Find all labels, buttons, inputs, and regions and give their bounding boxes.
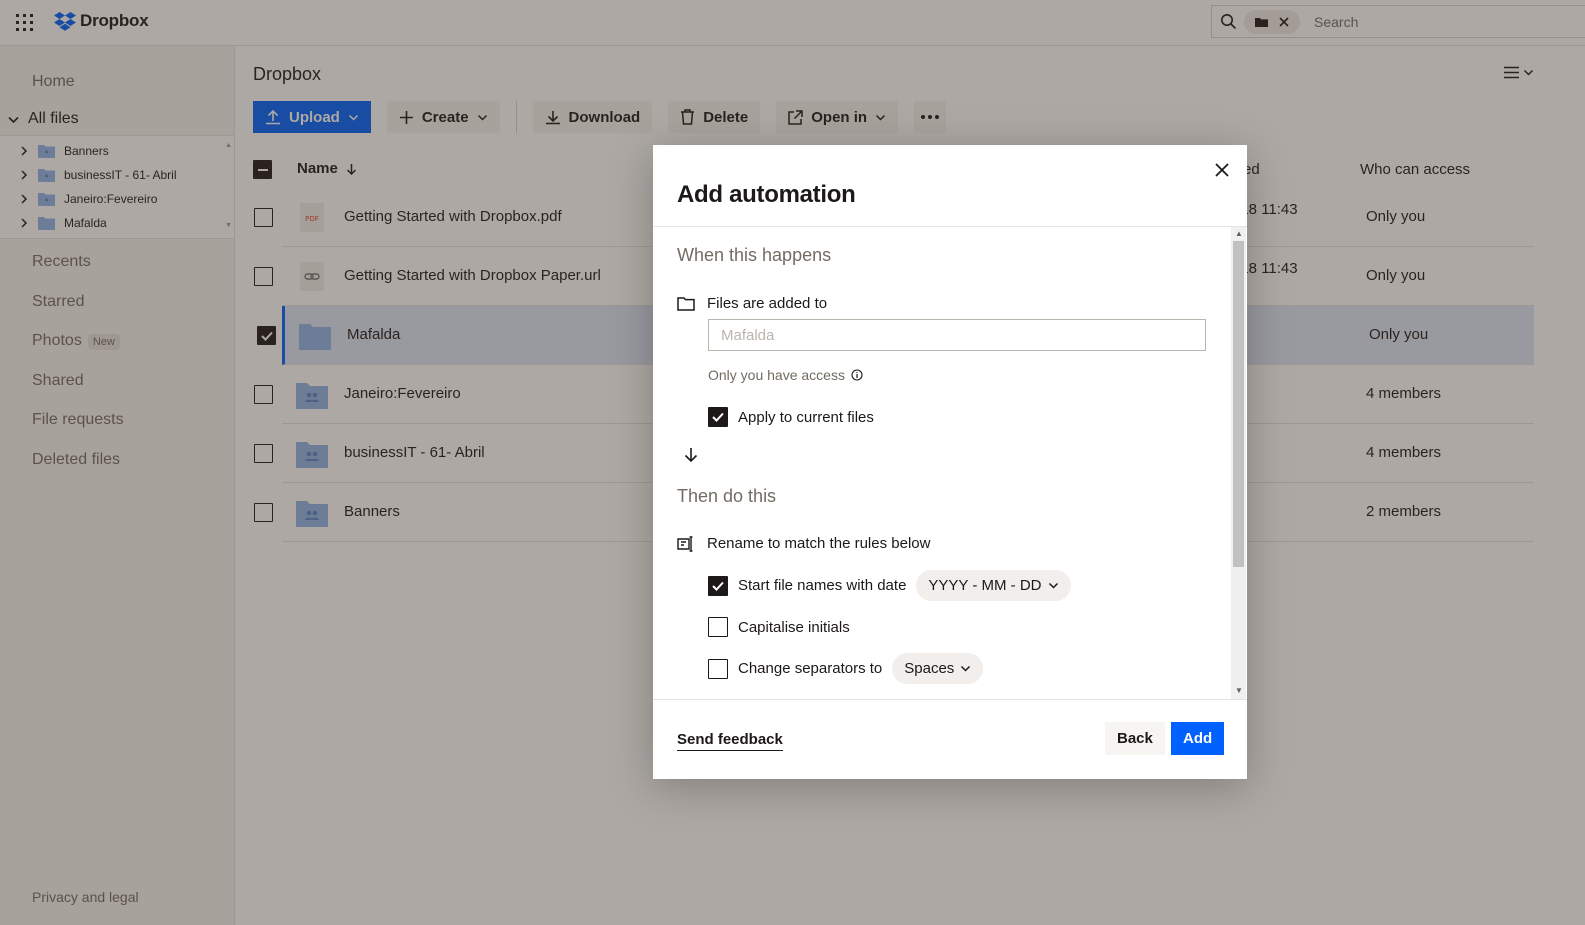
dialog-body: When this happens Files are added to Maf… [653, 226, 1247, 700]
then-heading: Then do this [677, 486, 777, 506]
date-checkbox[interactable] [708, 575, 728, 596]
separators-option[interactable]: Change separators to Spaces [708, 653, 984, 684]
add-button[interactable]: Add [1171, 722, 1225, 755]
folder-field[interactable]: Mafalda [708, 319, 1206, 351]
separators-checkbox[interactable] [708, 658, 728, 679]
back-button[interactable]: Back [1105, 722, 1165, 755]
apply-current-checkbox[interactable] [708, 407, 728, 427]
info-icon[interactable] [851, 369, 863, 381]
scroll-up-icon[interactable]: ▲ [1235, 229, 1243, 238]
action-label: Rename to match the rules below [707, 535, 931, 552]
capitalise-label: Capitalise initials [738, 618, 850, 636]
date-label: Start file names with date [738, 577, 907, 594]
trigger-label: Files are added to [707, 295, 828, 312]
access-note: Only you have access [708, 367, 863, 383]
send-feedback-link[interactable]: Send feedback [677, 731, 783, 751]
close-icon[interactable] [1213, 161, 1231, 179]
action-line: Rename to match the rules below [677, 535, 930, 552]
scroll-down-icon[interactable]: ▼ [1235, 686, 1243, 695]
checkmark-icon [712, 581, 724, 591]
dialog-title: Add automation [677, 181, 856, 208]
add-automation-dialog: Add automation When this happens Files a… [653, 145, 1247, 779]
capitalise-option[interactable]: Capitalise initials [708, 617, 850, 637]
separator-value: Spaces [904, 660, 955, 677]
separator-dropdown[interactable]: Spaces [892, 653, 984, 684]
checkmark-icon [712, 412, 724, 422]
capitalise-checkbox[interactable] [708, 617, 728, 637]
folder-outline-icon [677, 296, 695, 311]
trigger-line: Files are added to [677, 295, 827, 312]
dialog-scrollbar-thumb[interactable] [1233, 241, 1244, 567]
separators-label: Change separators to [738, 660, 883, 677]
dialog-footer: Send feedback Back Add [653, 701, 1247, 779]
chevron-down-icon [961, 665, 971, 672]
rename-icon [677, 535, 693, 552]
access-note-text: Only you have access [708, 367, 845, 383]
when-heading: When this happens [677, 245, 832, 265]
date-format-value: YYYY - MM - DD [928, 577, 1042, 594]
chevron-down-icon [1048, 582, 1058, 589]
arrow-down-icon [684, 448, 698, 463]
apply-current-option[interactable]: Apply to current files [708, 407, 874, 427]
date-option[interactable]: Start file names with date YYYY - MM - D… [708, 570, 1071, 601]
apply-current-label: Apply to current files [738, 408, 874, 426]
date-format-dropdown[interactable]: YYYY - MM - DD [916, 570, 1071, 601]
